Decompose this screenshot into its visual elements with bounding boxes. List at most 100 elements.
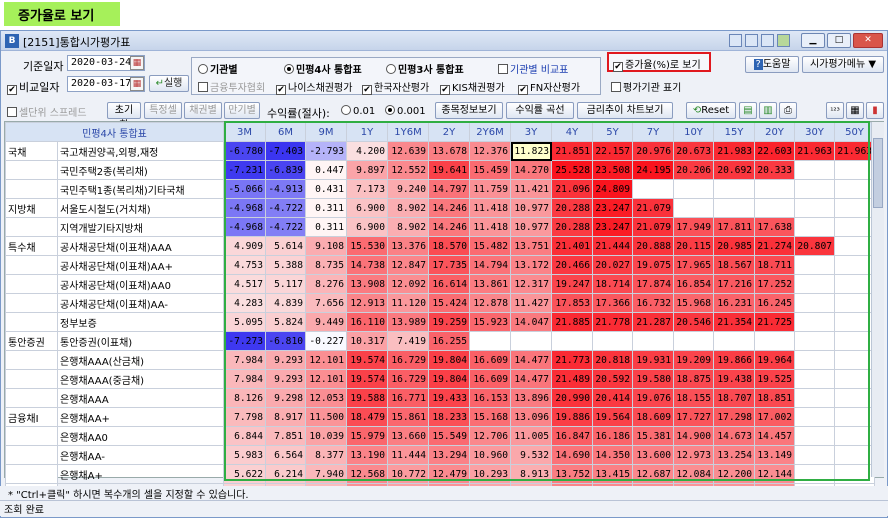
rate-cell[interactable] — [794, 464, 835, 484]
rate-cell[interactable]: 11.418 — [469, 198, 511, 218]
rate-cell[interactable]: 6.900 — [346, 198, 388, 218]
table-row[interactable]: 금융채Ⅰ 은행채AA+ 7.798 8.917 11.500 18.479 15.861 18… — [5, 407, 875, 427]
rate-cell[interactable]: 14.047 — [510, 312, 552, 332]
rate-cell[interactable]: 18.711 — [754, 255, 795, 275]
rate-cell[interactable]: 15.549 — [428, 426, 470, 446]
rate-cell[interactable]: 17.949 — [673, 217, 714, 237]
rate-cell[interactable]: 7.656 — [305, 293, 347, 313]
rate-cell[interactable] — [794, 255, 835, 275]
rate-cell[interactable]: 8.276 — [305, 274, 347, 294]
run-button[interactable]: ↵실행 — [149, 75, 189, 92]
rate-cell[interactable]: 4.517 — [223, 274, 266, 294]
format-icon[interactable]: ▦ — [846, 102, 864, 119]
rate-cell[interactable] — [794, 179, 835, 199]
rate-cell[interactable] — [834, 464, 875, 484]
rate-cell[interactable] — [510, 331, 552, 351]
table-row[interactable]: 은행채AA- 5.983 6.564 8.377 13.190 11.444 13.294 1… — [5, 445, 875, 465]
table-row[interactable]: 정부보증 5.095 5.824 9.449 16.110 13.989 19.259 15.… — [5, 312, 875, 332]
scrollbar-thumb[interactable] — [873, 138, 883, 208]
rate-cell[interactable]: 13.172 — [510, 255, 552, 275]
increase-view-checkbox[interactable]: 증가율(%)로 보기 — [607, 52, 711, 72]
rate-cell[interactable]: 11.418 — [469, 217, 511, 237]
rate-cell[interactable] — [834, 217, 875, 237]
rate-cell[interactable]: 4.283 — [223, 293, 266, 313]
table-row[interactable]: 은행채AAA 8.126 9.298 12.053 19.588 16.771 19.433… — [5, 388, 875, 408]
kap-checkbox[interactable]: 한국자산평가 — [362, 79, 429, 95]
rate-cell[interactable]: 19.574 — [346, 369, 388, 389]
rate-cell[interactable]: 15.459 — [469, 160, 511, 180]
rate-cell[interactable]: 7.984 — [223, 350, 266, 370]
rate-cell[interactable]: -4.722 — [265, 198, 306, 218]
rate-cell[interactable]: 12.376 — [469, 141, 511, 161]
table-row[interactable]: 지방채 서울도시철도(거치채) -4.968 -4.722 0.311 6.900 8.90… — [5, 198, 875, 218]
rate-cell[interactable] — [794, 350, 835, 370]
rate-cell[interactable]: 14.477 — [510, 350, 552, 370]
rate-cell[interactable]: 22.157 — [592, 141, 633, 161]
table-row[interactable]: 공사채공단채(이표채)AA+ 4.753 5.388 8.735 14.738 12.84… — [5, 255, 875, 275]
rate-cell[interactable]: 14.673 — [713, 426, 755, 446]
rate-cell[interactable]: 23.508 — [592, 160, 633, 180]
column-header-1y[interactable]: 1Y — [346, 122, 388, 142]
agency-compare-checkbox[interactable]: 기관별 비교표 — [498, 61, 568, 76]
rate-cell[interactable]: 16.847 — [551, 426, 593, 446]
rate-cell[interactable]: 13.751 — [510, 236, 552, 256]
rate-cell[interactable]: -4.913 — [265, 179, 306, 199]
rate-cell[interactable]: 16.729 — [387, 369, 429, 389]
rate-cell[interactable]: 18.570 — [428, 236, 470, 256]
rate-cell[interactable]: 14.794 — [469, 255, 511, 275]
rate-cell[interactable]: 5.388 — [265, 255, 306, 275]
rate-cell[interactable]: 21.963 — [834, 141, 875, 161]
rate-cell[interactable]: 15.168 — [469, 407, 511, 427]
rate-cell[interactable] — [834, 312, 875, 332]
nice-checkbox[interactable]: 나이스채권평가 — [276, 79, 352, 95]
calendar-icon[interactable]: ▦ — [130, 77, 144, 91]
rate-cell[interactable]: 14.457 — [754, 426, 795, 446]
rate-cell[interactable]: 16.231 — [713, 293, 755, 313]
rate-cell[interactable]: 17.298 — [713, 407, 755, 427]
radio-min4[interactable]: 민평4사 통합표 — [284, 61, 362, 76]
row-name[interactable]: 국고채권양곡,외평,재정 — [57, 141, 224, 161]
column-header-30y[interactable]: 30Y — [794, 122, 835, 142]
rate-cell[interactable]: 11.427 — [510, 293, 552, 313]
rate-cell[interactable]: 21.354 — [713, 312, 755, 332]
rate-cell[interactable] — [469, 331, 511, 351]
rate-cell[interactable]: 21.079 — [632, 217, 674, 237]
rate-cell[interactable] — [834, 426, 875, 446]
rate-cell[interactable]: 10.317 — [346, 331, 388, 351]
printer-icon[interactable]: ⎙ — [779, 102, 797, 119]
rate-cell[interactable]: 12.973 — [673, 445, 714, 465]
rate-cell[interactable]: 13.861 — [469, 274, 511, 294]
rate-cell[interactable]: 11.421 — [510, 179, 552, 199]
rate-cell[interactable]: 5.614 — [265, 236, 306, 256]
rate-cell[interactable]: 6.900 — [346, 217, 388, 237]
rate-cell[interactable]: 12.552 — [387, 160, 429, 180]
rate-cell[interactable]: 13.752 — [551, 464, 593, 484]
rate-cell[interactable] — [754, 331, 795, 351]
rate-cell[interactable] — [673, 331, 714, 351]
rate-cell[interactable]: 12.847 — [387, 255, 429, 275]
help-button[interactable]: ? 도움말 — [745, 56, 799, 73]
rate-cell[interactable]: 21.851 — [551, 141, 593, 161]
excel-icon[interactable] — [745, 34, 758, 47]
rate-cell[interactable]: 8.917 — [265, 407, 306, 427]
rate-cell[interactable]: 13.989 — [387, 312, 429, 332]
rate-cell[interactable]: -4.722 — [265, 217, 306, 237]
rate-cell[interactable]: 6.214 — [265, 464, 306, 484]
rate-cell[interactable]: 16.110 — [346, 312, 388, 332]
rate-cell[interactable]: 11.823 — [510, 141, 552, 161]
cell-spread-checkbox[interactable]: 셀단위 스프레드 — [7, 104, 87, 119]
column-header-4y[interactable]: 4Y — [551, 122, 593, 142]
rate-cell[interactable]: 21.725 — [754, 312, 795, 332]
rate-cell[interactable]: 13.660 — [387, 426, 429, 446]
rate-cell[interactable]: 12.568 — [346, 464, 388, 484]
rate-cell[interactable]: 18.851 — [754, 388, 795, 408]
rate-cell[interactable]: 8.735 — [305, 255, 347, 275]
table-row[interactable]: 국민주택2종(복리채) -7.231 -6.839 0.447 9.897 12.552 1… — [5, 160, 875, 180]
rate-cell[interactable]: 12.317 — [510, 274, 552, 294]
financial-inv-checkbox[interactable]: 금융투자협회 — [198, 79, 265, 94]
rate-cell[interactable] — [834, 331, 875, 351]
row-name[interactable]: 통안증권(이표채) — [57, 331, 224, 351]
rate-cell[interactable]: 20.115 — [673, 236, 714, 256]
row-name[interactable]: 은행채AA0 — [57, 426, 224, 446]
rate-cell[interactable]: 8.913 — [510, 464, 552, 484]
